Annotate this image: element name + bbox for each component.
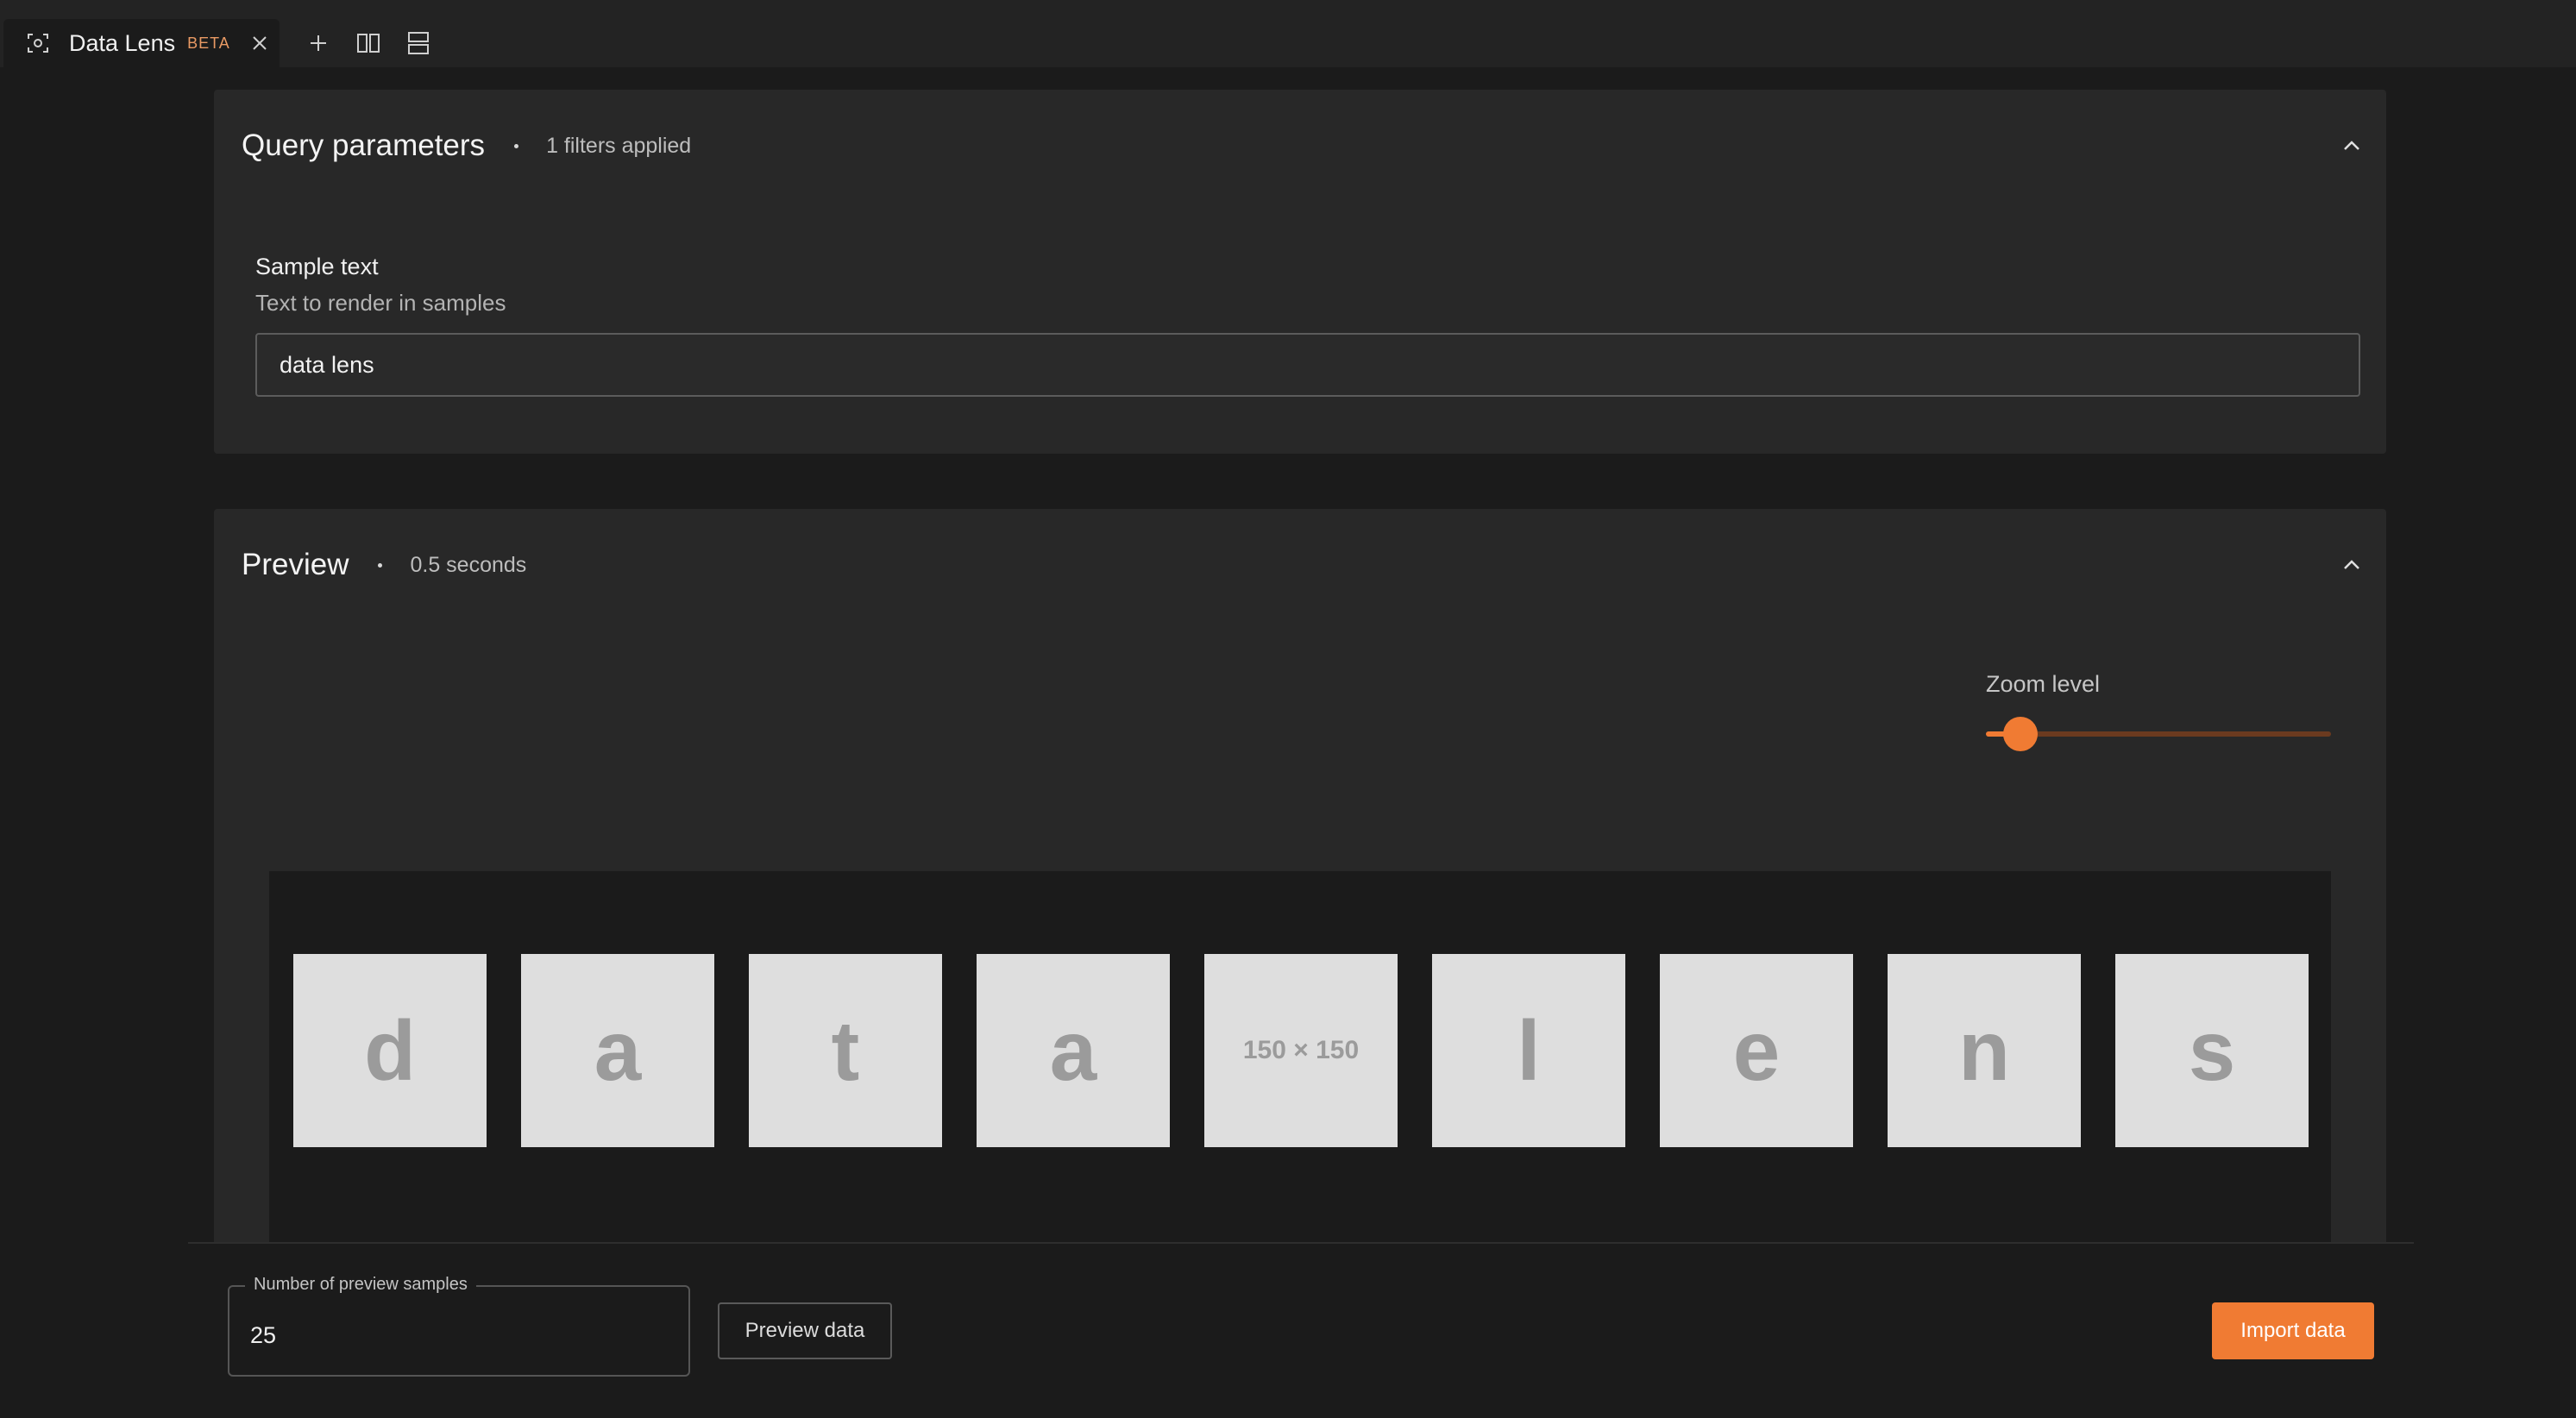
samples-row: d a t a 150 × 150 l e n s [293, 954, 2309, 1147]
separator-dot [514, 143, 519, 148]
tab-bar: Data Lens BETA [0, 0, 2576, 67]
main-content: Query parameters 1 filters applied Sampl… [0, 67, 2576, 1418]
preview-samples-field[interactable]: Number of preview samples [228, 1275, 690, 1377]
zoom-level-label: Zoom level [1986, 671, 2101, 697]
sample-tile: a [521, 954, 714, 1147]
zoom-slider[interactable] [1986, 717, 2331, 751]
split-horizontal-icon[interactable] [405, 30, 431, 56]
import-data-button[interactable]: Import data [2212, 1302, 2374, 1359]
chevron-up-icon[interactable] [2340, 553, 2364, 577]
sample-tile: e [1660, 954, 1853, 1147]
preview-header[interactable]: Preview 0.5 seconds [242, 509, 2364, 621]
filters-count: 1 filters applied [546, 133, 692, 158]
footer-bar: Number of preview samples Preview data I… [188, 1242, 2414, 1418]
beta-badge: BETA [187, 34, 230, 52]
tab-data-lens[interactable]: Data Lens BETA [3, 19, 280, 67]
data-lens-icon [26, 31, 50, 55]
tab-title: Data Lens [69, 29, 176, 56]
preview-panel: Preview 0.5 seconds Zoom level d a t a 150 ×… [214, 509, 2386, 1311]
preview-samples-input[interactable] [250, 1318, 664, 1352]
sample-tile: l [1432, 954, 1625, 1147]
query-parameters-header[interactable]: Query parameters 1 filters applied [242, 90, 2364, 202]
zoom-slider-thumb[interactable] [2003, 717, 2038, 751]
sample-tile: a [977, 954, 1170, 1147]
query-parameters-panel: Query parameters 1 filters applied Sampl… [214, 90, 2386, 454]
sample-text-label: Sample text [255, 254, 379, 279]
panel-title: Preview [242, 548, 349, 581]
close-icon[interactable] [249, 33, 270, 53]
sample-tile: s [2115, 954, 2309, 1147]
preview-data-button[interactable]: Preview data [718, 1302, 892, 1359]
separator-dot [378, 562, 383, 568]
preview-samples-label: Number of preview samples [245, 1275, 476, 1295]
preview-duration: 0.5 seconds [410, 552, 527, 577]
sample-tile: t [749, 954, 942, 1147]
sample-tile: 150 × 150 [1204, 954, 1398, 1147]
tab-actions [305, 19, 431, 67]
sample-text-help: Text to render in samples [255, 290, 506, 316]
sample-tile: n [1888, 954, 2081, 1147]
chevron-up-icon[interactable] [2340, 134, 2364, 158]
split-vertical-icon[interactable] [355, 30, 381, 56]
plus-icon[interactable] [305, 30, 331, 56]
panel-title: Query parameters [242, 129, 486, 162]
sample-text-input[interactable] [255, 333, 2360, 397]
sample-tile: d [293, 954, 487, 1147]
